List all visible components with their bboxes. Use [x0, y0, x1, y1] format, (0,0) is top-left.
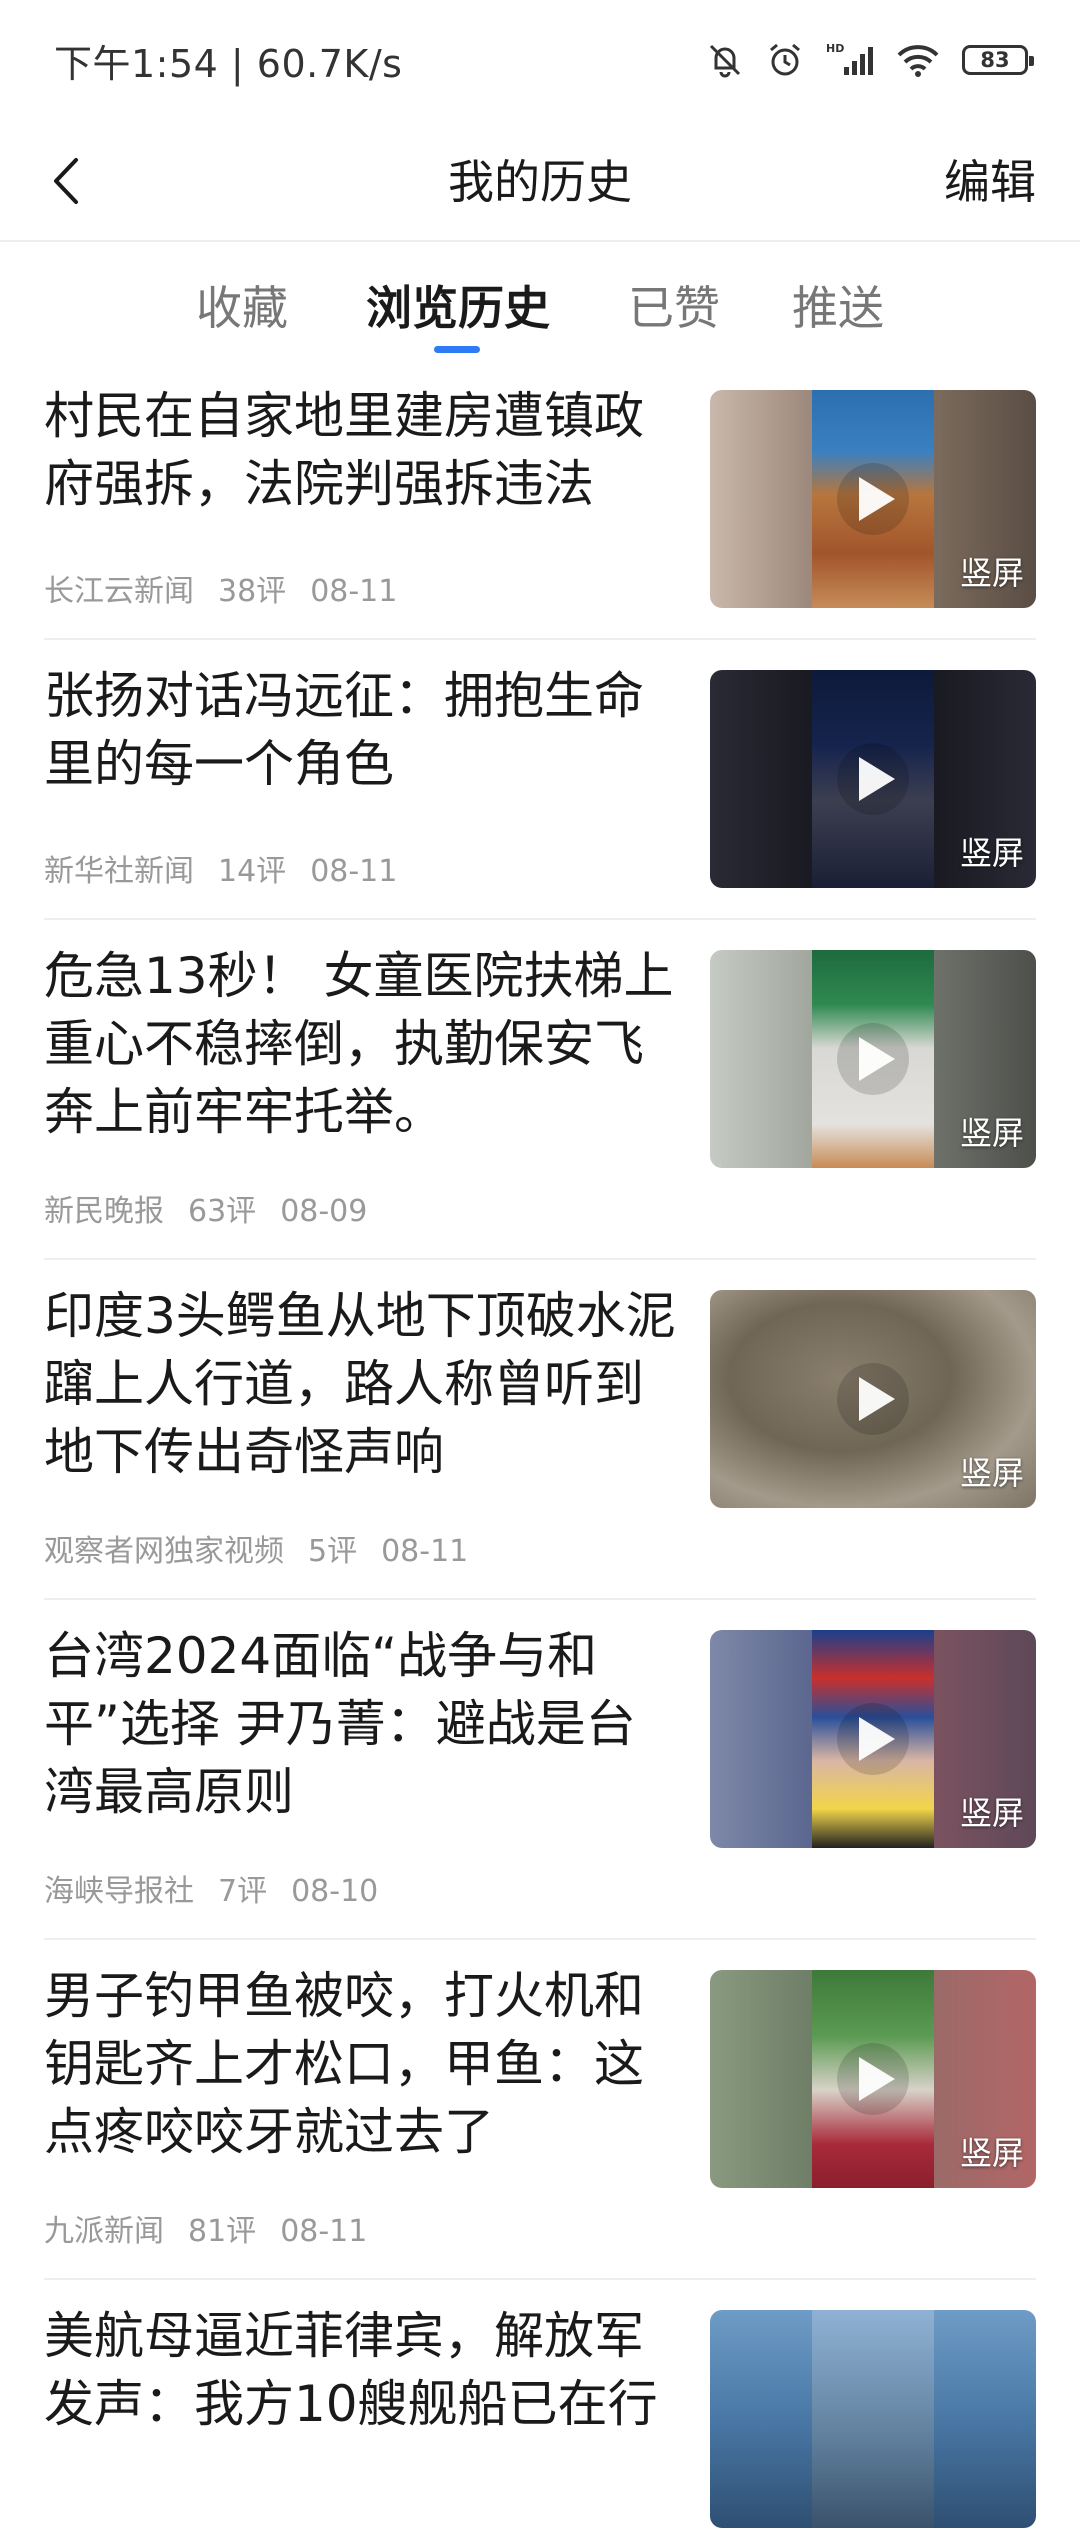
- item-date: 08-09: [280, 1194, 368, 1229]
- tab-push[interactable]: 推送: [792, 272, 884, 338]
- item-comments: 38评: [218, 574, 287, 609]
- item-meta: 观察者网独家视频 5评 08-11: [44, 1526, 492, 1570]
- vertical-badge: 竖屏: [959, 1454, 1024, 1492]
- status-time: 下午1:54 | 60.7K/s: [54, 41, 403, 86]
- video-thumbnail[interactable]: 竖屏: [710, 1970, 1036, 2188]
- play-icon: [859, 2057, 895, 2101]
- thumbnail-image: [812, 2310, 934, 2528]
- mute-bell-icon: [709, 44, 741, 78]
- item-date: 08-11: [310, 574, 398, 609]
- item-source: 长江云新闻: [44, 574, 194, 609]
- status-bar: 下午1:54 | 60.7K/s HD 83: [0, 0, 1080, 120]
- video-thumbnail[interactable]: 竖屏: [710, 1630, 1036, 1848]
- item-title: 美航母逼近菲律宾，解放军发声：我方10艘舰船已在行: [44, 2307, 658, 2433]
- list-item[interactable]: 村民在自家地里建房遭镇政府强拆，法院判强拆违法 长江云新闻 38评 08-11 竖屏: [0, 360, 1080, 640]
- item-meta: 新民晚报 63评 08-09: [44, 1186, 391, 1230]
- play-icon: [859, 1377, 895, 1421]
- battery-level: 83: [980, 48, 1010, 72]
- item-comments: 7评: [218, 1874, 268, 1909]
- vertical-badge: 竖屏: [959, 2134, 1024, 2172]
- item-source: 新华社新闻: [44, 854, 194, 889]
- item-title: 台湾2024面临“战争与和平”选择 尹乃菁：避战是台湾最高原则: [44, 1627, 636, 1821]
- wifi-icon: [897, 45, 939, 77]
- list-item[interactable]: 男子钓甲鱼被咬，打火机和钥匙齐上才松口，甲鱼：这点疼咬咬牙就过去了 九派新闻 81…: [0, 1940, 1080, 2280]
- item-meta: 九派新闻 81评 08-11: [44, 2206, 391, 2250]
- video-thumbnail[interactable]: 竖屏: [710, 950, 1036, 1168]
- play-icon: [859, 1037, 895, 1081]
- item-title: 村民在自家地里建房遭镇政府强拆，法院判强拆违法: [44, 387, 644, 513]
- tab-history[interactable]: 浏览历史: [366, 272, 550, 338]
- list-item[interactable]: 台湾2024面临“战争与和平”选择 尹乃菁：避战是台湾最高原则 海峡导报社 7评 0…: [0, 1600, 1080, 1940]
- header: 我的历史 编辑: [0, 120, 1080, 242]
- signal-icon: HD: [826, 42, 873, 75]
- list-item[interactable]: 张扬对话冯远征：拥抱生命里的每一个角色 新华社新闻 14评 08-11 竖屏: [0, 640, 1080, 920]
- item-title: 张扬对话冯远征：拥抱生命里的每一个角色: [44, 667, 644, 793]
- active-tab-indicator: [434, 346, 480, 353]
- edit-button[interactable]: 编辑: [944, 146, 1036, 212]
- vertical-badge: 竖屏: [959, 554, 1024, 592]
- item-date: 08-11: [381, 1534, 469, 1569]
- item-title: 危急13秒！ 女童医院扶梯上重心不稳摔倒，执勤保安飞奔上前牢牢托举。: [44, 947, 674, 1141]
- vertical-badge: 竖屏: [959, 1794, 1024, 1832]
- item-meta: 新华社新闻 14评 08-11: [44, 846, 421, 890]
- video-thumbnail[interactable]: 竖屏: [710, 1290, 1036, 1508]
- item-title: 印度3头鳄鱼从地下顶破水泥蹿上人行道，路人称曾听到地下传出奇怪声响: [44, 1287, 676, 1481]
- tab-bar: 收藏 浏览历史 已赞 推送: [0, 244, 1080, 360]
- item-source: 海峡导报社: [44, 1874, 194, 1909]
- item-comments: 14评: [218, 854, 287, 889]
- item-date: 08-10: [291, 1874, 379, 1909]
- vertical-badge: 竖屏: [959, 834, 1024, 872]
- alarm-icon: [770, 43, 800, 76]
- list-item[interactable]: 美航母逼近菲律宾，解放军发声：我方10艘舰船已在行: [0, 2280, 1080, 2528]
- item-meta: 长江云新闻 38评 08-11: [44, 566, 421, 610]
- item-source: 观察者网独家视频: [44, 1534, 284, 1569]
- item-date: 08-11: [310, 854, 398, 889]
- list-item[interactable]: 印度3头鳄鱼从地下顶破水泥蹿上人行道，路人称曾听到地下传出奇怪声响 观察者网独家…: [0, 1260, 1080, 1600]
- item-comments: 63评: [188, 1194, 257, 1229]
- play-icon: [859, 477, 895, 521]
- svg-text:HD: HD: [826, 42, 844, 55]
- list-item[interactable]: 危急13秒！ 女童医院扶梯上重心不稳摔倒，执勤保安飞奔上前牢牢托举。 新民晚报 6…: [0, 920, 1080, 1260]
- item-meta: 海峡导报社 7评 08-10: [44, 1866, 402, 1910]
- item-source: 九派新闻: [44, 2214, 164, 2249]
- video-thumbnail[interactable]: 竖屏: [710, 390, 1036, 608]
- video-thumbnail[interactable]: [710, 2310, 1036, 2528]
- page-title: 我的历史: [448, 155, 632, 209]
- video-thumbnail[interactable]: 竖屏: [710, 670, 1036, 888]
- tab-favorites[interactable]: 收藏: [196, 272, 288, 338]
- play-icon: [859, 757, 895, 801]
- item-source: 新民晚报: [44, 1194, 164, 1229]
- status-icons: HD 83: [706, 41, 1034, 79]
- battery-icon: 83: [962, 45, 1034, 75]
- item-comments: 81评: [188, 2214, 257, 2249]
- item-date: 08-11: [280, 2214, 368, 2249]
- item-comments: 5评: [308, 1534, 358, 1569]
- tab-liked[interactable]: 已赞: [628, 272, 720, 338]
- play-icon: [859, 1717, 895, 1761]
- history-list: 村民在自家地里建房遭镇政府强拆，法院判强拆违法 长江云新闻 38评 08-11 竖屏…: [0, 360, 1080, 2528]
- vertical-badge: 竖屏: [959, 1114, 1024, 1152]
- item-title: 男子钓甲鱼被咬，打火机和钥匙齐上才松口，甲鱼：这点疼咬咬牙就过去了: [44, 1967, 644, 2161]
